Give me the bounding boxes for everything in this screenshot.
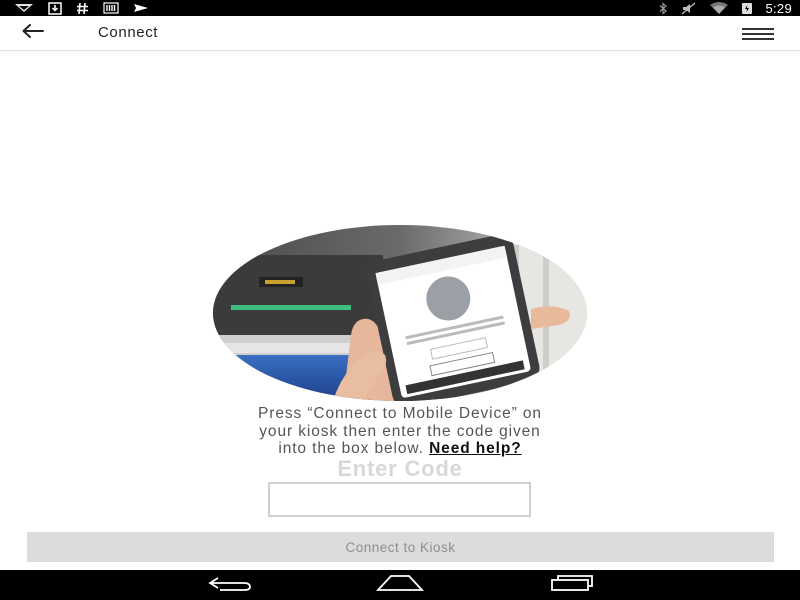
instruction-line-2: your kiosk then enter the code given — [259, 422, 541, 440]
signal-icon — [14, 0, 34, 16]
barcode-icon — [103, 0, 119, 16]
home-nav-icon — [375, 574, 425, 597]
arrow-left-icon — [21, 23, 45, 43]
hamburger-line-top — [742, 28, 774, 30]
status-bar: 5:29 — [0, 0, 800, 16]
instruction-line-1: Press “Connect to Mobile Device” on — [258, 405, 542, 422]
connect-to-kiosk-button[interactable]: Connect to Kiosk — [27, 532, 774, 562]
battery-icon — [741, 0, 753, 16]
nav-recents-button[interactable] — [542, 573, 602, 597]
nav-home-button[interactable] — [370, 573, 430, 597]
back-nav-icon — [206, 575, 254, 596]
wifi-icon — [709, 0, 729, 16]
mute-icon — [681, 0, 697, 16]
hamburger-line-middle — [742, 33, 774, 35]
instruction-text: Press “Connect to Mobile Device” on your… — [190, 405, 610, 458]
app-bar: Connect — [0, 16, 800, 51]
status-bar-clock: 5:29 — [765, 0, 792, 16]
instruction-line-3: into the box below. — [278, 440, 424, 457]
hero-image — [213, 225, 587, 401]
recents-nav-icon — [548, 574, 596, 597]
nav-back-button[interactable] — [200, 573, 260, 597]
bluetooth-icon — [657, 0, 669, 16]
navigation-bar — [0, 570, 800, 600]
status-bar-system: 5:29 — [657, 0, 792, 16]
menu-button[interactable] — [742, 24, 778, 44]
hamburger-line-bottom — [742, 38, 774, 40]
need-help-link[interactable]: Need help? — [429, 440, 522, 457]
send-icon — [133, 0, 149, 16]
code-input[interactable] — [268, 482, 531, 517]
hash-icon — [76, 0, 89, 16]
enter-code-label: Enter Code — [337, 456, 463, 481]
status-bar-notifications — [14, 0, 149, 16]
instruction-line-3-wrap: into the box below. Need help? — [190, 440, 610, 458]
download-icon — [48, 0, 62, 16]
page-title: Connect — [98, 24, 159, 41]
back-button[interactable] — [18, 22, 48, 44]
